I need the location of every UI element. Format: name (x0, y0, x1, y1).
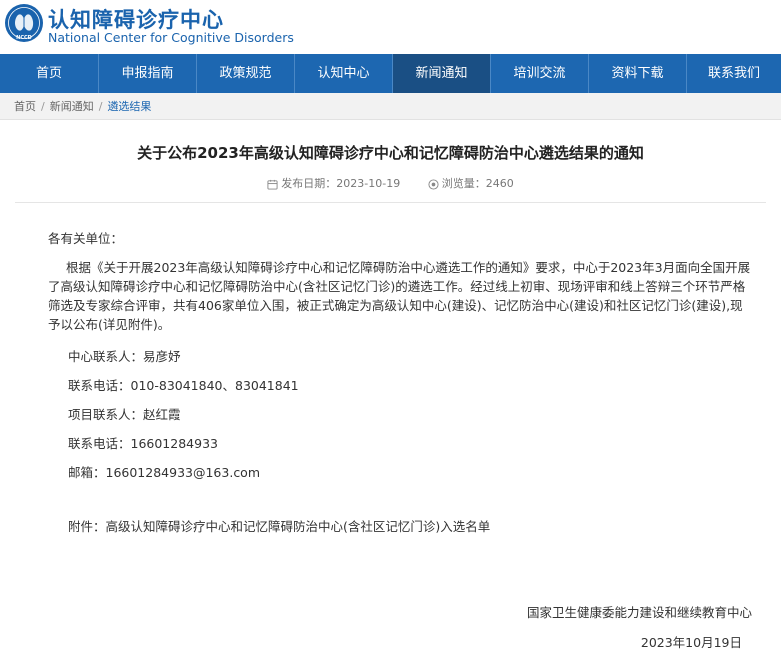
logo-text: NCCD (16, 35, 32, 41)
publish-date-label: 发布日期： (281, 177, 337, 190)
nav-item-contact[interactable]: 联系我们 (687, 54, 781, 93)
site-header: NCCD 认知障碍诊疗中心 National Center for Cognit… (0, 0, 781, 54)
views-value: 2460 (485, 177, 514, 190)
breadcrumb-home[interactable]: 首页 (14, 100, 36, 113)
nav-item-training[interactable]: 培训交流 (491, 54, 589, 93)
calendar-icon (267, 179, 278, 190)
breadcrumb-separator: / (41, 100, 45, 113)
nccd-logo-icon[interactable]: NCCD (4, 3, 44, 43)
views-label: 浏览量： (441, 177, 486, 190)
views-group: 浏览量：2460 (428, 175, 514, 191)
signature-org: 国家卫生健康委能力建设和继续教育中心 (526, 605, 752, 620)
publish-date-group: 发布日期：2023-10-19 (267, 175, 400, 191)
article-title: 关于公布2023年高级认知障碍诊疗中心和记忆障碍防治中心遴选结果的通知 (137, 144, 644, 162)
attachment-link[interactable]: 附件：高级认知障碍诊疗中心和记忆障碍防治中心(含社区记忆门诊)入选名单 (68, 516, 490, 535)
brand-name-en[interactable]: National Center for Cognitive Disorders (48, 30, 294, 45)
paragraph-line: 根据《关于开展2023年高级认知障碍诊疗中心和记忆障碍防治中心遴选工作的通知》要… (66, 260, 751, 275)
project-contact: 项目联系人：赵红霞 (68, 407, 181, 422)
breadcrumb: 首页 / 新闻通知 / 遴选结果 (0, 93, 781, 120)
title-divider (15, 202, 766, 203)
breadcrumb-separator: / (98, 100, 103, 113)
breadcrumb-news[interactable]: 新闻通知 (50, 100, 94, 113)
nav-item-application-guide[interactable]: 申报指南 (99, 54, 197, 93)
nav-item-downloads[interactable]: 资料下载 (589, 54, 687, 93)
publish-date-value: 2023-10-19 (336, 177, 401, 190)
project-phone: 联系电话：16601284933 (68, 436, 218, 451)
paragraph-line: 了高级认知障碍诊疗中心和记忆障碍防治中心(含社区记忆门诊)的遴选工作。经过线上初… (48, 279, 746, 294)
breadcrumb-current[interactable]: 遴选结果 (107, 100, 151, 113)
signature-date: 2023年10月19日 (640, 635, 742, 650)
nav-item-home[interactable]: 首页 (0, 54, 99, 93)
paragraph-line: 予以公布(详见附件)。 (48, 317, 171, 332)
contact-person: 中心联系人：易彦妤 (68, 349, 181, 364)
article-meta: 发布日期：2023-10-19 浏览量：2460 (0, 175, 781, 191)
nav-item-policy[interactable]: 政策规范 (197, 54, 295, 93)
main-nav: 首页 申报指南 政策规范 认知中心 新闻通知 培训交流 资料下载 联系我们 (0, 54, 781, 93)
eye-icon (428, 178, 439, 190)
paragraph-line: 筛选及专家综合评审，共有406家单位入围，被正式确定为高级认知中心(建设)、记忆… (48, 298, 743, 313)
contact-phone: 联系电话：010-83041840、83041841 (68, 378, 299, 393)
greeting: 各有关单位： (48, 231, 124, 246)
nav-item-news[interactable]: 新闻通知 (393, 54, 491, 93)
main-paragraph: 根据《关于开展2023年高级认知障碍诊疗中心和记忆障碍防治中心遴选工作的通知》要… (48, 258, 768, 334)
contact-email: 邮箱：16601284933@163.com (68, 465, 261, 480)
nav-item-cognitive-center[interactable]: 认知中心 (295, 54, 393, 93)
